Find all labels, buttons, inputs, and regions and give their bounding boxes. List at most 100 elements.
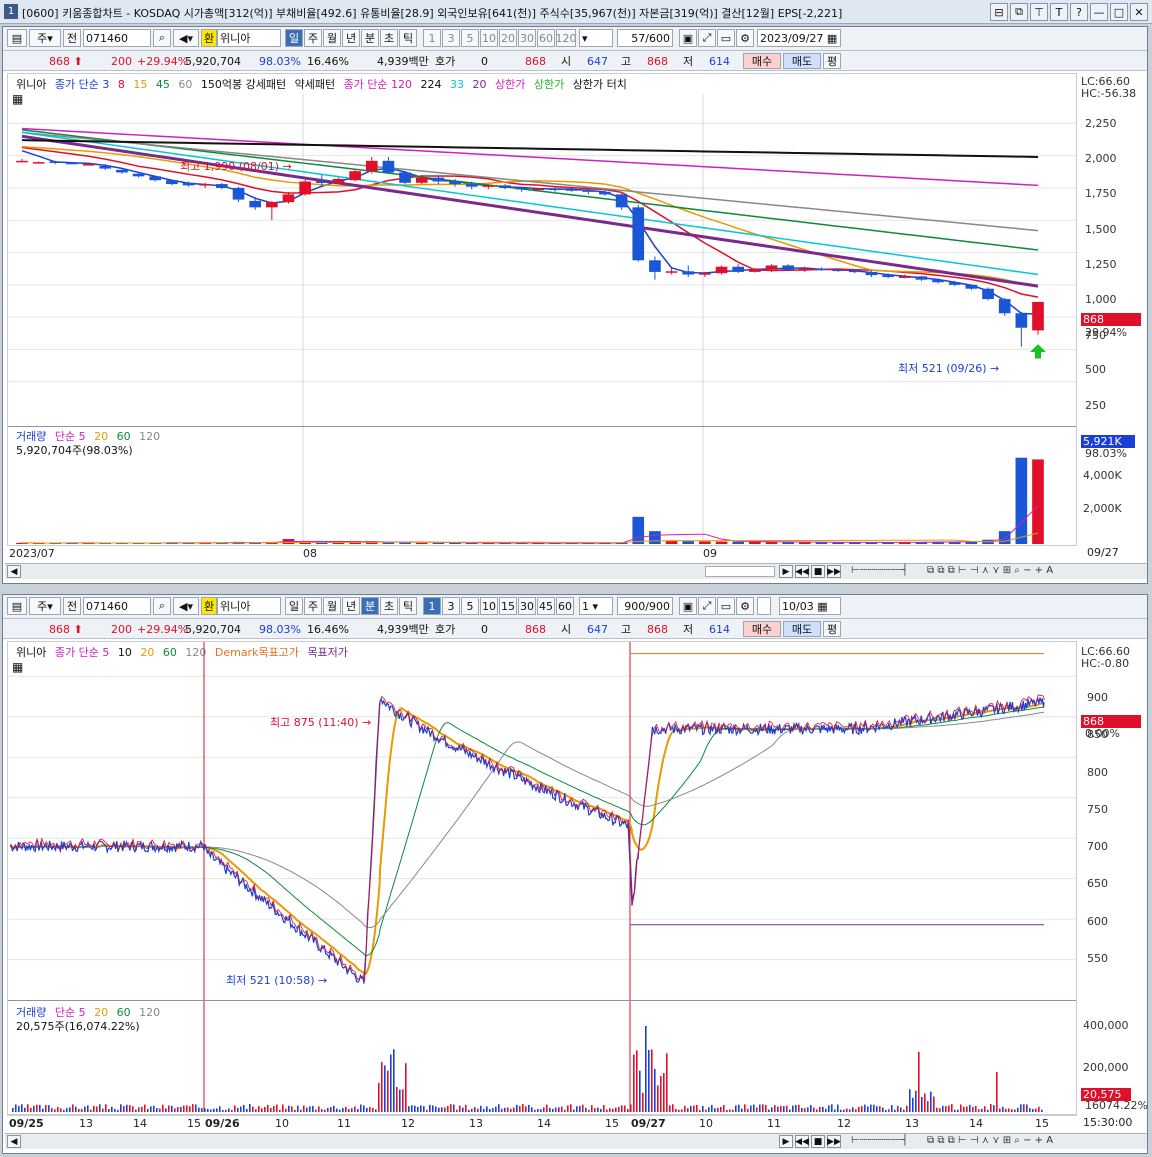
help-icon[interactable]: ? (1070, 3, 1088, 21)
bottom-plot-area[interactable]: 위니아 종가 단순 5 10 20 60 120 Demark목표고가 목표저가… (7, 641, 1077, 1115)
stop-icon[interactable]: ■ (811, 1135, 825, 1148)
forward-icon[interactable]: ▶▶ (827, 1135, 841, 1148)
volume-bar (330, 1107, 332, 1112)
scroll-right-icon[interactable]: ▶ (779, 565, 793, 578)
scroll-right-icon[interactable]: ▶ (779, 1135, 793, 1148)
period-minute[interactable]: 분 (361, 597, 379, 615)
close-icon[interactable]: ✕ (1130, 3, 1148, 21)
sell-button[interactable]: 매도 (783, 621, 821, 637)
average-button[interactable]: 평 (823, 621, 841, 637)
average-button[interactable]: 평 (823, 53, 841, 69)
minimize-icon[interactable]: — (1090, 3, 1108, 21)
num-60[interactable]: 60 (556, 597, 574, 615)
volume-bar (396, 1086, 398, 1112)
period-tick[interactable]: 틱 (399, 597, 417, 615)
num-1[interactable]: 1 (423, 29, 441, 47)
date-input[interactable]: 2023/09/27 ▦ (757, 29, 841, 47)
chart-tools-icon[interactable]: ▣ (679, 29, 697, 47)
scroll-left-icon[interactable]: ◀ (7, 565, 21, 578)
interval-select[interactable]: ▾ (579, 29, 613, 47)
num-10[interactable]: 10 (480, 597, 498, 615)
sell-button[interactable]: 매도 (783, 53, 821, 69)
date-input[interactable]: 10/03 ▦ (779, 597, 841, 615)
draw-icon[interactable]: ⤢ (698, 29, 716, 47)
date-checkbox[interactable] (757, 597, 771, 615)
zoom-slider-icon[interactable]: ⊢┄┄┄┄┄┄┄┤ (851, 565, 908, 576)
search-icon[interactable]: ⌕ (153, 29, 171, 47)
num-3[interactable]: 3 (442, 597, 460, 615)
volume-bar (966, 1106, 968, 1112)
type-select[interactable]: 주 ▾ (29, 597, 61, 615)
num-1[interactable]: 1 (423, 597, 441, 615)
bottom-scrollbar[interactable]: ◀ ▶ ◀◀ ■ ▶▶ ⊢┄┄┄┄┄┄┄┤ ⧉ ⧉ ⧉ ⊢ ⊣ ⋏ ⋎ ⊞ ⌕ … (5, 1133, 1147, 1149)
toolbar-menu-icon[interactable]: ▤ (7, 29, 27, 47)
num-5[interactable]: 5 (461, 29, 479, 47)
period-year[interactable]: 년 (342, 597, 360, 615)
count-input[interactable]: 900/900 (617, 597, 673, 615)
toolbar-menu-icon[interactable]: ▤ (7, 597, 27, 615)
font-icon[interactable]: T (1050, 3, 1068, 21)
rewind-icon[interactable]: ◀◀ (795, 565, 809, 578)
period-minute[interactable]: 분 (361, 29, 379, 47)
volume-bar (501, 1108, 503, 1112)
stock-code-input[interactable]: 071460 (83, 29, 151, 47)
period-day[interactable]: 일 (285, 29, 303, 47)
period-month[interactable]: 월 (323, 29, 341, 47)
num-30[interactable]: 30 (518, 597, 536, 615)
layout-icon[interactable]: ⊟ (990, 3, 1008, 21)
sound-icon[interactable]: ◀▾ (173, 597, 199, 615)
draw-icon[interactable]: ⤢ (698, 597, 716, 615)
num-60[interactable]: 60 (537, 29, 555, 47)
top-scrollbar[interactable]: ◀ ▶ ◀◀ ■ ▶▶ ⊢┄┄┄┄┄┄┄┤ ⧉ ⧉ ⧉ ⊢ ⊣ ⋏ ⋎ ⊞ ⌕ … (5, 563, 1147, 579)
gear-icon[interactable]: ⚙ (736, 597, 754, 615)
chart-tool-icons[interactable]: ⧉ ⧉ ⧉ ⊢ ⊣ ⋏ ⋎ ⊞ ⌕ − + A (927, 1135, 1053, 1146)
pin-icon[interactable]: ⊤ (1030, 3, 1048, 21)
search-icon[interactable]: ⌕ (153, 597, 171, 615)
rewind-icon[interactable]: ◀◀ (795, 1135, 809, 1148)
volume-bar (255, 1109, 257, 1112)
scroll-thumb[interactable] (705, 566, 775, 577)
sound-icon[interactable]: ◀▾ (173, 29, 199, 47)
period-tick[interactable]: 틱 (399, 29, 417, 47)
num-20[interactable]: 20 (499, 29, 517, 47)
stock-code-input[interactable]: 071460 (83, 597, 151, 615)
save-icon[interactable]: ▭ (717, 597, 735, 615)
type-select[interactable]: 주 ▾ (29, 29, 61, 47)
period-day[interactable]: 일 (285, 597, 303, 615)
top-plot-area[interactable]: 위니아 종가 단순 3 8 15 45 60 150억봉 강세패턴 약세패턴 종… (7, 73, 1077, 549)
num-5[interactable]: 5 (461, 597, 479, 615)
period-second[interactable]: 초 (380, 597, 398, 615)
period-week[interactable]: 주 (304, 597, 322, 615)
restore-icon[interactable]: ⧉ (1010, 3, 1028, 21)
window-index-icon[interactable]: 1 (4, 4, 18, 19)
forward-icon[interactable]: ▶▶ (827, 565, 841, 578)
candle-body (1015, 313, 1028, 328)
num-10[interactable]: 10 (480, 29, 498, 47)
all-button[interactable]: 전 (63, 597, 81, 615)
period-year[interactable]: 년 (342, 29, 360, 47)
chart-tool-icons[interactable]: ⧉ ⧉ ⧉ ⊢ ⊣ ⋏ ⋎ ⊞ ⌕ − + A (927, 565, 1053, 576)
buy-button[interactable]: 매수 (743, 621, 781, 637)
zoom-slider-icon[interactable]: ⊢┄┄┄┄┄┄┄┤ (851, 1135, 908, 1146)
num-30[interactable]: 30 (518, 29, 536, 47)
y-tick: 900 (1087, 691, 1108, 704)
period-second[interactable]: 초 (380, 29, 398, 47)
interval-select[interactable]: 1 ▾ (579, 597, 613, 615)
maximize-icon[interactable]: □ (1110, 3, 1128, 21)
volume-bar (846, 1108, 848, 1112)
num-15[interactable]: 15 (499, 597, 517, 615)
chart-tools-icon[interactable]: ▣ (679, 597, 697, 615)
period-month[interactable]: 월 (323, 597, 341, 615)
num-3[interactable]: 3 (442, 29, 460, 47)
num-45[interactable]: 45 (537, 597, 555, 615)
save-icon[interactable]: ▭ (717, 29, 735, 47)
all-button[interactable]: 전 (63, 29, 81, 47)
y-tick: 2,000 (1085, 152, 1117, 165)
num-120[interactable]: 120 (556, 29, 576, 47)
scroll-left-icon[interactable]: ◀ (7, 1135, 21, 1148)
gear-icon[interactable]: ⚙ (736, 29, 754, 47)
period-week[interactable]: 주 (304, 29, 322, 47)
count-input[interactable]: 57/600 (617, 29, 673, 47)
buy-button[interactable]: 매수 (743, 53, 781, 69)
stop-icon[interactable]: ■ (811, 565, 825, 578)
